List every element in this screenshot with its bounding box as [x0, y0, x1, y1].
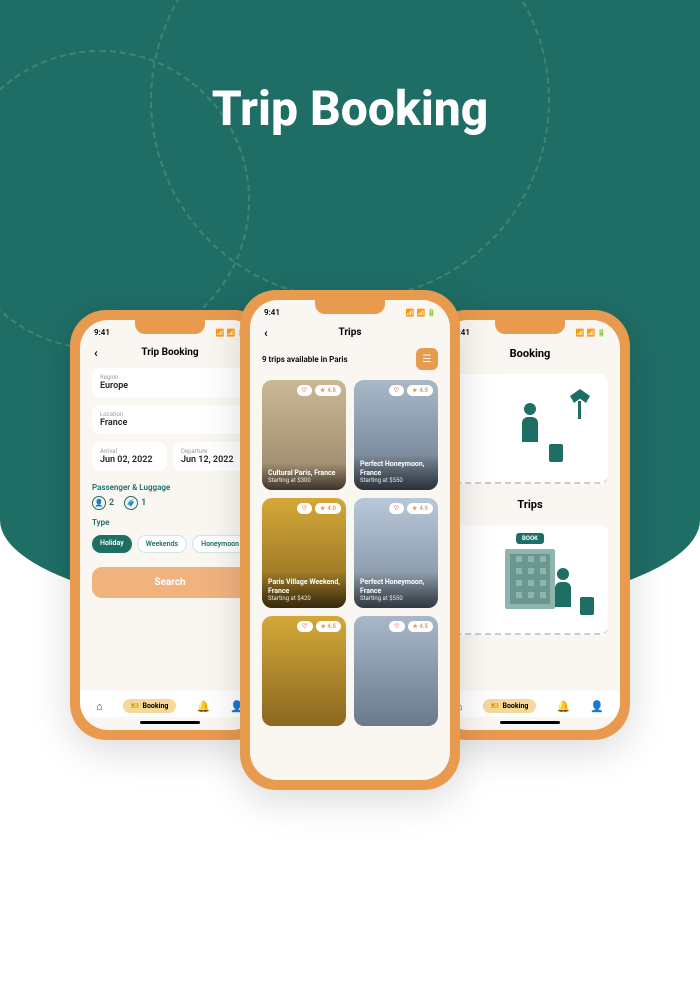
search-button[interactable]: Search: [92, 567, 248, 598]
category-title: Booking: [440, 347, 620, 360]
rating-badge: ★ 4.5: [407, 385, 433, 396]
suitcase-icon: [549, 444, 563, 462]
location-field[interactable]: Location France: [92, 405, 248, 434]
phone-mockup-trips-list: 9:41 📶📶🔋 ‹ Trips 9 trips available in Pa…: [240, 290, 460, 790]
field-label: Location: [100, 411, 240, 418]
arrival-field[interactable]: Arrival Jun 02, 2022: [92, 442, 167, 471]
nav-booking[interactable]: 🎫Booking: [483, 699, 537, 713]
trip-name: Paris Village Weekend, France: [268, 578, 340, 595]
luggage-count[interactable]: 🧳 1: [124, 496, 146, 510]
trip-price: Starting at $550: [360, 477, 432, 484]
screen-header: ‹ Trips: [250, 321, 450, 344]
trip-card[interactable]: ♡ ★ 4.5: [354, 616, 438, 726]
phone-notch: [135, 320, 205, 334]
rating-badge: ★ 4.5: [316, 621, 342, 632]
back-button[interactable]: ‹: [264, 326, 268, 340]
category-title: Trips: [440, 498, 620, 511]
field-value: Jun 02, 2022: [100, 455, 159, 465]
trip-name: Perfect Honeymoon, France: [360, 578, 432, 595]
rating-badge: ★ 4.5: [315, 385, 341, 396]
phone-mockup-categories: 9:41 📶📶🔋 Booking Trips BOOK: [430, 310, 630, 740]
screen-header: ‹ Trip Booking: [80, 341, 260, 364]
trip-price: Starting at $550: [360, 595, 432, 602]
field-label: Arrival: [100, 448, 159, 455]
traveler-illustration: [548, 568, 578, 618]
trip-card[interactable]: ♡ ★ 4.5 Perfect Honeymoon, France Starti…: [354, 380, 438, 490]
trips-illustration[interactable]: BOOK: [452, 525, 608, 635]
trip-card[interactable]: ♡ ★ 4.5 Cultural Paris, France Starting …: [262, 380, 346, 490]
trips-available-count: 9 trips available in Paris: [262, 355, 348, 364]
status-icons: 📶📶🔋: [406, 309, 436, 317]
type-chip-weekends[interactable]: Weekends: [137, 535, 187, 553]
phone-notch: [315, 300, 385, 314]
trip-price: Starting at $420: [268, 595, 340, 602]
bottom-nav: ⌂ 🎫Booking 🔔 👤: [80, 691, 260, 717]
field-value: Jun 12, 2022: [181, 455, 240, 465]
ticket-icon: 🎫: [131, 702, 140, 710]
book-tag: BOOK: [516, 533, 544, 544]
home-indicator: [500, 721, 560, 724]
rating-badge: ★ 4.0: [315, 503, 341, 514]
rating-badge: ★ 4.5: [407, 503, 433, 514]
passenger-count[interactable]: 👤 2: [92, 496, 114, 510]
filter-button[interactable]: ☰: [416, 348, 438, 370]
nav-home-icon[interactable]: ⌂: [96, 700, 103, 713]
ticket-icon: 🎫: [491, 702, 500, 710]
favorite-badge[interactable]: ♡: [389, 503, 404, 514]
passenger-section-label: Passenger & Luggage: [92, 483, 248, 492]
trip-name: Cultural Paris, France: [268, 469, 340, 477]
type-section-label: Type: [92, 518, 248, 527]
favorite-badge[interactable]: ♡: [297, 621, 312, 632]
nav-profile-icon[interactable]: 👤: [590, 700, 604, 713]
status-time: 9:41: [264, 308, 280, 317]
back-button[interactable]: ‹: [94, 346, 98, 360]
traveler-illustration: [515, 403, 545, 453]
nav-bell-icon[interactable]: 🔔: [556, 700, 570, 713]
field-label: Departure: [181, 448, 240, 455]
region-field[interactable]: Region Europe: [92, 368, 248, 397]
suitcase-icon: [580, 597, 594, 615]
type-chip-holiday[interactable]: Holiday: [92, 535, 132, 553]
rating-badge: ★ 4.5: [408, 621, 434, 632]
field-label: Region: [100, 374, 240, 381]
trip-card[interactable]: ♡ ★ 4.5 Perfect Honeymoon, France Starti…: [354, 498, 438, 608]
palm-tree-icon: [570, 389, 590, 419]
home-indicator: [140, 721, 200, 724]
field-value: France: [100, 418, 240, 428]
nav-bell-icon[interactable]: 🔔: [196, 700, 210, 713]
status-icons: 📶📶🔋: [576, 329, 606, 337]
phone-notch: [495, 320, 565, 334]
trip-card[interactable]: ♡ ★ 4.0 Paris Village Weekend, France St…: [262, 498, 346, 608]
field-value: Europe: [100, 381, 240, 391]
favorite-badge[interactable]: ♡: [389, 385, 404, 396]
trip-name: Perfect Honeymoon, France: [360, 460, 432, 477]
trip-price: Starting at $300: [268, 477, 340, 484]
favorite-badge[interactable]: ♡: [389, 621, 404, 632]
booking-illustration[interactable]: [452, 374, 608, 484]
page-title: Trip Booking: [0, 80, 700, 137]
favorite-badge[interactable]: ♡: [297, 385, 312, 396]
luggage-icon: 🧳: [124, 496, 138, 510]
departure-field[interactable]: Departure Jun 12, 2022: [173, 442, 248, 471]
person-icon: 👤: [92, 496, 106, 510]
status-time: 9:41: [94, 328, 110, 337]
screen-title: Trips: [339, 327, 362, 338]
bottom-nav: ⌂ 🎫Booking 🔔 👤: [440, 691, 620, 717]
nav-booking[interactable]: 🎫Booking: [123, 699, 177, 713]
phone-showcase: 9:41 📶📶🔋 ‹ Trip Booking Region Europe Lo…: [0, 290, 700, 790]
trip-card[interactable]: ♡ ★ 4.5: [262, 616, 346, 726]
screen-title: Trip Booking: [141, 347, 198, 358]
favorite-badge[interactable]: ♡: [297, 503, 312, 514]
